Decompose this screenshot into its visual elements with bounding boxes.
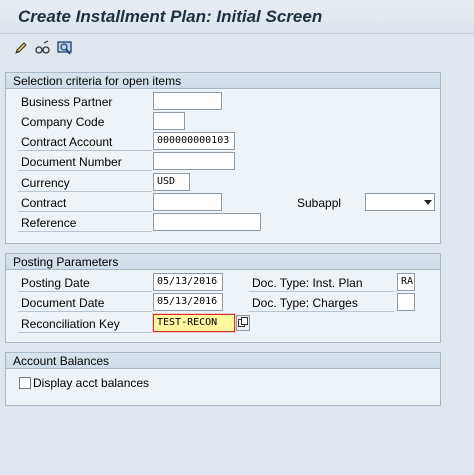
business-partner-field[interactable] [153,92,222,110]
doc-type-charges-field[interactable] [397,293,415,311]
company-code-field[interactable] [153,112,185,130]
display-acct-balances-label: Display acct balances [33,376,150,390]
currency-field[interactable]: USD [153,173,190,191]
contract-account-field[interactable]: 000000000103 [153,132,235,150]
group-header: Account Balances [6,353,440,369]
copy-icon [238,317,248,327]
account-balances-group: Account Balances Display acct balances [5,352,441,406]
reconciliation-key-field[interactable]: TEST-RECON [153,314,235,332]
chevron-down-icon[interactable] [424,200,432,205]
document-date-field[interactable]: 05/13/2016 [153,293,223,311]
group-header: Posting Parameters [6,254,440,270]
reference-label: Reference [18,214,152,232]
document-date-label: Document Date [18,294,152,312]
group-header: Selection criteria for open items [6,73,440,89]
application-toolbar [0,34,474,62]
reconciliation-key-label: Reconciliation Key [18,315,152,333]
doc-type-inst-plan-label: Doc. Type: Inst. Plan [249,274,394,292]
posting-date-field[interactable]: 05/13/2016 [153,273,223,291]
value-help-button[interactable] [236,315,250,331]
page-title: Create Installment Plan: Initial Screen [18,7,323,26]
posting-parameters-group: Posting Parameters Posting Date 05/13/20… [5,253,441,343]
doc-type-charges-label: Doc. Type: Charges [249,294,394,312]
company-code-label: Company Code [21,115,105,129]
subappl-label: Subappl [297,196,342,210]
doc-type-inst-plan-field[interactable]: RA [397,273,415,291]
reference-field[interactable] [153,213,261,231]
document-number-label: Document Number [18,153,152,171]
contract-field[interactable] [153,193,222,211]
title-bar: Create Installment Plan: Initial Screen [0,0,474,34]
glasses-icon[interactable] [34,39,52,57]
contract-label: Contract [18,194,152,212]
business-partner-label: Business Partner [21,95,113,109]
display-icon[interactable] [56,39,74,57]
pencil-icon[interactable] [12,39,30,57]
currency-label: Currency [18,174,152,192]
document-number-field[interactable] [153,152,235,170]
contract-account-label: Contract Account [18,133,152,151]
posting-date-label: Posting Date [18,274,152,292]
selection-criteria-group: Selection criteria for open items Busine… [5,72,441,244]
